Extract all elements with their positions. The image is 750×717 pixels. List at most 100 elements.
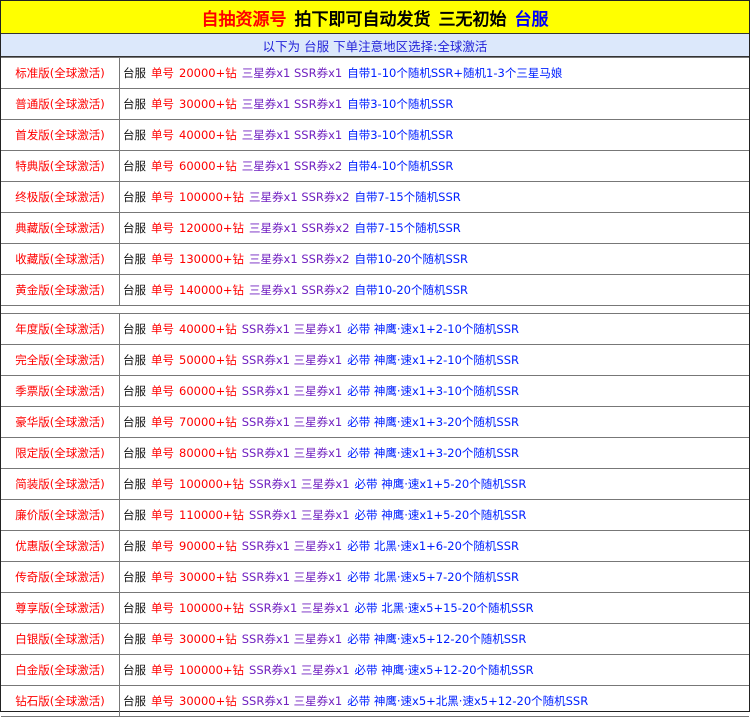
bonus-contents: 必带 北黑·速x1+6-20个随机SSR [347,539,519,553]
diamond-amount: 50000+钻 [179,353,237,367]
coupon-list: SSR券x1 三星券x1 [241,570,343,584]
table-row: 收藏版(全球激活) 台服 单号 130000+钻 三星券x1 SSR券x2 自带10-20… [1,243,749,275]
coupon-list: SSR券x1 三星券x1 [241,322,343,336]
banner-delivery-text: 拍下即可自动发货 [294,9,431,30]
table-row: 首发版(全球激活) 台服 单号 40000+钻 三星券x1 SSR券x1 自带3-10个随… [1,119,749,151]
edition-name: 典藏版(全球激活) [1,212,120,244]
account-label: 单号 [151,384,174,398]
coupon-list: 三星券x1 SSR券x1 [241,66,343,80]
diamond-amount: 70000+钻 [179,415,237,429]
edition-details: 台服 单号 30000+钻 SSR券x1 三星券x1 必带 神鹰·速x5+12-20个随… [119,623,749,655]
server-label: 台服 [123,415,146,429]
bonus-contents: 自带10-20个随机SSR [354,252,469,266]
edition-name: 豪华版(全球激活) [1,406,120,438]
coupon-list: SSR券x1 三星券x1 [241,415,343,429]
coupon-list: 三星券x1 SSR券x2 [249,283,350,297]
table-row: 黄金版(全球激活) 台服 单号 140000+钻 三星券x1 SSR券x2 自带10-20… [1,274,749,306]
server-label: 台服 [123,601,146,615]
account-label: 单号 [151,283,174,297]
diamond-amount: 90000+钻 [179,539,237,553]
edition-name: 白银版(全球激活) [1,623,120,655]
diamond-amount: 100000+钻 [179,190,245,204]
edition-name: 普通版(全球激活) [1,88,120,120]
bonus-contents: 自带3-10个随机SSR [347,128,454,142]
server-label: 台服 [123,694,146,708]
coupon-list: SSR券x1 三星券x1 [249,663,350,677]
table-row: 普通版(全球激活) 台服 单号 30000+钻 三星券x1 SSR券x1 自带3-10个随… [1,88,749,120]
account-label: 单号 [151,601,174,615]
bonus-contents: 必带 北黑·速x5+7-20个随机SSR [347,570,519,584]
account-label: 单号 [151,415,174,429]
edition-details: 台服 单号 110000+钻 SSR券x1 三星券x1 必带 神鹰·速x1+5-20个随… [119,499,749,531]
edition-name: 简装版(全球激活) [1,468,120,500]
banner-server-text: 台服 [514,9,549,30]
edition-details: 台服 单号 50000+钻 SSR券x1 三星券x1 必带 神鹰·速x1+2-10个随机… [119,344,749,376]
bonus-contents: 必带 神鹰·速x5+12-20个随机SSR [347,632,527,646]
bonus-contents: 自带7-15个随机SSR [354,221,461,235]
banner-initial-text: 三无初始 [438,9,507,30]
diamond-amount: 40000+钻 [179,128,237,142]
account-label: 单号 [151,663,174,677]
divider-cell [119,305,749,314]
table-row: 年度版(全球激活) 台服 单号 40000+钻 SSR券x1 三星券x1 必带 神鹰·速x… [1,313,749,345]
edition-details: 台服 单号 30000+钻 三星券x1 SSR券x1 自带3-10个随机SSR [119,88,749,120]
server-label: 台服 [123,632,146,646]
server-label: 台服 [123,663,146,677]
diamond-amount: 30000+钻 [179,97,237,111]
section-divider [1,305,749,314]
diamond-amount: 140000+钻 [179,283,245,297]
diamond-amount: 30000+钻 [179,632,237,646]
coupon-list: SSR券x1 三星券x1 [241,384,343,398]
table-row: 限定版(全球激活) 台服 单号 80000+钻 SSR券x1 三星券x1 必带 神鹰·速x… [1,437,749,469]
bonus-contents: 自带7-15个随机SSR [354,190,461,204]
coupon-list: SSR券x1 三星券x1 [241,632,343,646]
account-label: 单号 [151,508,174,522]
bonus-contents: 自带10-20个随机SSR [354,283,469,297]
coupon-list: 三星券x1 SSR券x2 [249,252,350,266]
server-label: 台服 [123,159,146,173]
account-label: 单号 [151,221,174,235]
divider-cell [1,305,120,314]
diamond-amount: 100000+钻 [179,663,245,677]
bonus-contents: 必带 神鹰·速x1+2-10个随机SSR [347,322,519,336]
account-label: 单号 [151,632,174,646]
edition-details: 台服 单号 20000+钻 三星券x1 SSR券x1 自带1-10个随机SSR+随机1-… [119,57,749,89]
edition-details: 台服 单号 100000+钻 SSR券x1 三星券x1 必带 神鹰·速x1+5-20个随… [119,468,749,500]
server-label: 台服 [123,570,146,584]
edition-name: 廉价版(全球激活) [1,499,120,531]
product-table: 标准版(全球激活) 台服 单号 20000+钻 三星券x1 SSR券x1 自带1-10个随… [1,57,749,717]
bonus-contents: 必带 神鹰·速x1+3-10个随机SSR [347,384,519,398]
edition-details: 台服 单号 100000+钻 SSR券x1 三星券x1 必带 北黑·速x5+15-20个… [119,592,749,624]
edition-details: 台服 单号 100000+钻 SSR券x1 三星券x1 必带 神鹰·速x5+12-20个… [119,654,749,686]
bonus-contents: 必带 神鹰·速x1+2-10个随机SSR [347,353,519,367]
edition-name: 首发版(全球激活) [1,119,120,151]
server-label: 台服 [123,539,146,553]
account-label: 单号 [151,190,174,204]
edition-name: 黄金版(全球激活) [1,274,120,306]
bonus-contents: 自带1-10个随机SSR+随机1-3个三星马娘 [347,66,563,80]
account-label: 单号 [151,446,174,460]
edition-name: 完全版(全球激活) [1,344,120,376]
region-notice: 以下为 台服 下单注意地区选择:全球激活 [1,34,749,57]
edition-details: 台服 单号 120000+钻 三星券x1 SSR券x2 自带7-15个随机SSR [119,212,749,244]
table-row: 传奇版(全球激活) 台服 单号 30000+钻 SSR券x1 三星券x1 必带 北黑·速x… [1,561,749,593]
edition-details: 台服 单号 40000+钻 SSR券x1 三星券x1 必带 神鹰·速x1+2-10个随机… [119,313,749,345]
edition-details: 台服 单号 90000+钻 SSR券x1 三星券x1 必带 北黑·速x1+6-20个随机… [119,530,749,562]
diamond-amount: 110000+钻 [179,508,245,522]
bonus-contents: 自带4-10个随机SSR [347,159,454,173]
banner-title: 自抽资源号 [201,9,287,30]
edition-name: 优惠版(全球激活) [1,530,120,562]
coupon-list: 三星券x1 SSR券x1 [241,97,343,111]
table-row: 标准版(全球激活) 台服 单号 20000+钻 三星券x1 SSR券x1 自带1-10个随… [1,57,749,89]
edition-name: 收藏版(全球激活) [1,243,120,275]
edition-details: 台服 单号 140000+钻 三星券x1 SSR券x2 自带10-20个随机SSR [119,274,749,306]
diamond-amount: 40000+钻 [179,322,237,336]
edition-details: 台服 单号 60000+钻 SSR券x1 三星券x1 必带 神鹰·速x1+3-10个随机… [119,375,749,407]
product-table-body: 标准版(全球激活) 台服 单号 20000+钻 三星券x1 SSR券x1 自带1-10个随… [1,57,749,717]
diamond-amount: 130000+钻 [179,252,245,266]
server-label: 台服 [123,446,146,460]
coupon-list: 三星券x1 SSR券x1 [241,128,343,142]
server-label: 台服 [123,221,146,235]
edition-name: 白金版(全球激活) [1,654,120,686]
account-label: 单号 [151,539,174,553]
